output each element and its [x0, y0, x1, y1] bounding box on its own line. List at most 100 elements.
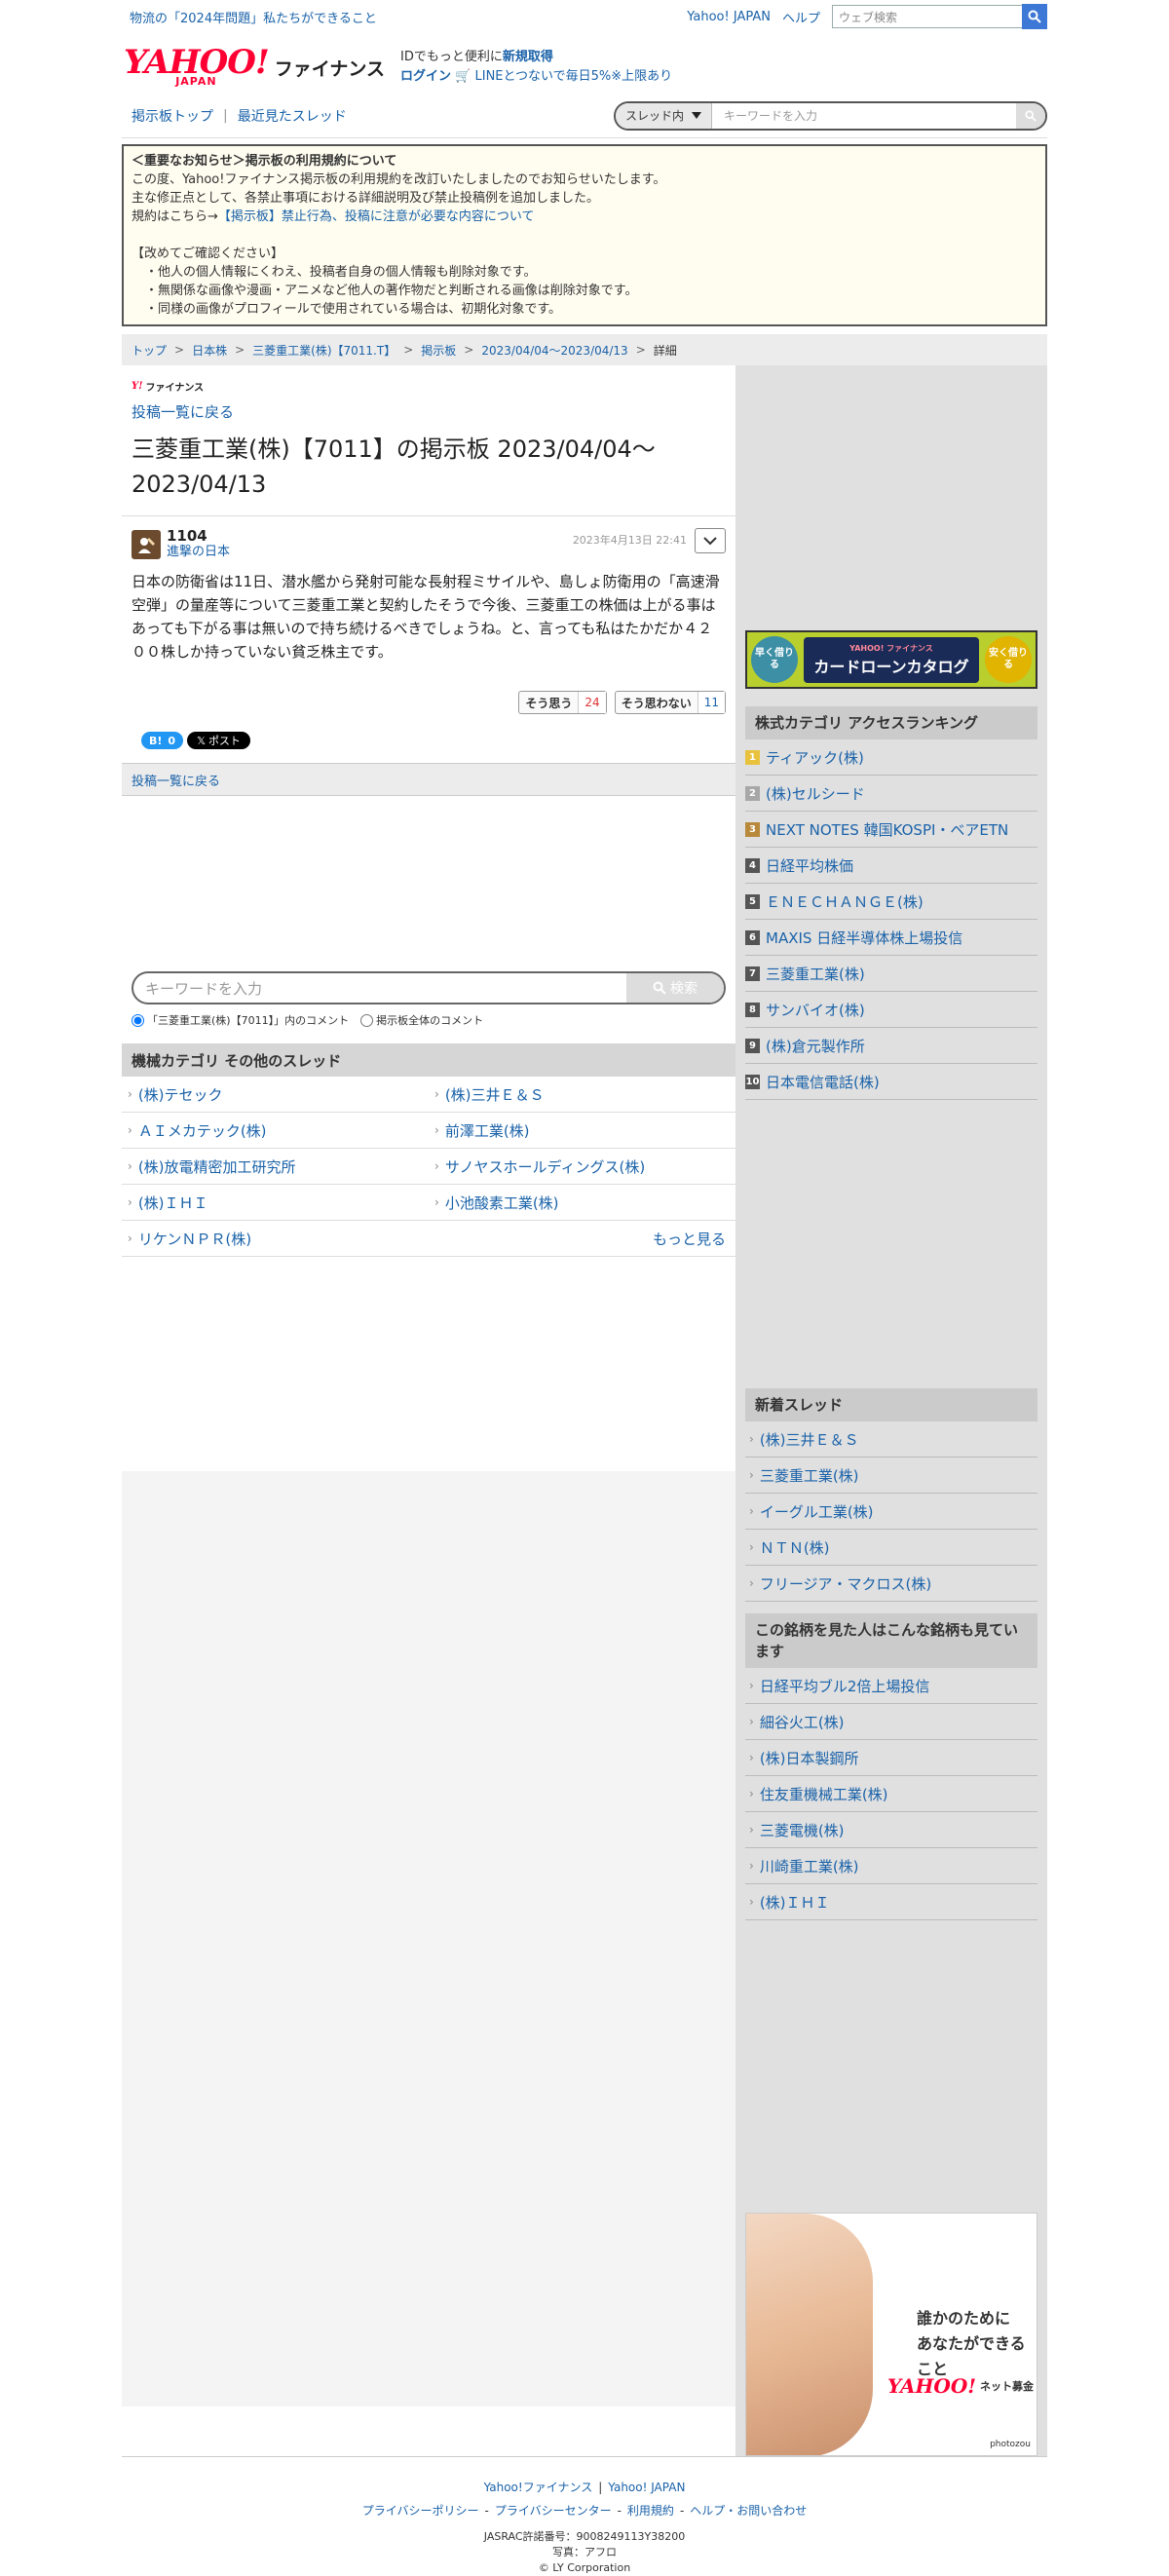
ranking-item[interactable]: 5 ＥＮＥＣＨＡＮＧＥ(株): [745, 884, 1037, 920]
board-top-link[interactable]: 掲示板トップ: [132, 106, 213, 126]
new-thread-link[interactable]: フリージア・マクロス(株): [745, 1566, 1037, 1602]
id-promo: IDでもっと便利に新規取得 ログイン 🛒 LINEとつないで毎日5%※上限あり: [400, 48, 672, 87]
other-thread-link[interactable]: (株)ＩＨＩ: [122, 1185, 429, 1221]
ranking-item[interactable]: 9 (株)倉元製作所: [745, 1028, 1037, 1064]
thread-search-button[interactable]: [1016, 102, 1045, 129]
footer-finance-link[interactable]: Yahoo!ファイナンス: [484, 2479, 593, 2496]
back-to-list-link[interactable]: 投稿一覧に戻る: [132, 403, 234, 421]
comment-search-input[interactable]: キーワードを入力: [133, 973, 626, 1003]
scope-thread-radio[interactable]: 「三菱重工業(株)【7011】」内のコメント: [132, 1012, 349, 1028]
donation-ad[interactable]: 誰かのために あなたができること YAHOO! ネット募金 photozou: [745, 2213, 1037, 2456]
breadcrumb-item[interactable]: 2023/04/04〜2023/04/13: [481, 342, 627, 359]
other-thread-link[interactable]: 小池酸素工業(株): [429, 1185, 735, 1221]
recent-threads-link[interactable]: 最近見たスレッド: [238, 106, 347, 126]
also-viewed-link[interactable]: 細谷火工(株): [745, 1704, 1037, 1740]
breadcrumb-item[interactable]: 掲示板: [421, 342, 456, 359]
back-bar: 投稿一覧に戻る: [122, 763, 735, 796]
yahoo-finance-logo[interactable]: YAHOO! JAPAN ファイナンス: [124, 46, 385, 88]
hatena-bookmark-button[interactable]: B! 0: [141, 732, 184, 749]
ranking-item[interactable]: 7 三菱重工業(株): [745, 956, 1037, 992]
more-threads-link[interactable]: もっと見る: [429, 1221, 735, 1257]
avatar[interactable]: [132, 529, 161, 559]
new-thread-link[interactable]: イーグル工業(株): [745, 1494, 1037, 1530]
sidebar: 早く借りる YAHOO! ファイナンス カードローンカタログ 安く借りる 株式カ…: [735, 365, 1047, 2456]
also-viewed-link[interactable]: 日経平均ブル2倍上場投信: [745, 1668, 1037, 1704]
ranking-item[interactable]: 1 ティアック(株): [745, 739, 1037, 776]
other-thread-link[interactable]: 前澤工業(株): [429, 1113, 735, 1149]
ranking-item[interactable]: 4 日経平均株価: [745, 848, 1037, 884]
scope-label: スレッド内: [625, 109, 685, 123]
footer-terms-link[interactable]: 利用規約: [627, 2502, 674, 2519]
scope-all-radio[interactable]: 掲示板全体のコメント: [360, 1012, 483, 1028]
thread-search-scope[interactable]: スレッド内: [616, 102, 713, 129]
comment-search-button[interactable]: 検索: [626, 973, 724, 1003]
hatena-icon: B!: [149, 734, 163, 747]
also-viewed-link[interactable]: 三菱電機(株): [745, 1812, 1037, 1848]
login-link[interactable]: ログイン: [400, 69, 451, 84]
also-viewed-link[interactable]: (株)日本製鋼所: [745, 1740, 1037, 1776]
notice-rules-link[interactable]: 【掲示板】禁止行為、投稿に注意が必要な内容について: [218, 209, 535, 224]
footer-privacy-center-link[interactable]: プライバシーセンター: [495, 2502, 612, 2519]
thread-search: スレッド内 キーワードを入力: [614, 100, 1047, 131]
web-search: ウェブ検索: [832, 4, 1047, 29]
ranking-item[interactable]: 3 NEXT NOTES 韓国KOSPI・ベアETN: [745, 812, 1037, 848]
search-icon: [1028, 10, 1041, 23]
also-viewed-link[interactable]: 住友重機械工業(株): [745, 1776, 1037, 1812]
top-promo-link[interactable]: 物流の「2024年問題」私たちができること: [130, 8, 377, 26]
search-icon: [653, 981, 666, 995]
caret-down-icon: [692, 111, 702, 119]
web-search-input[interactable]: ウェブ検索: [832, 5, 1022, 28]
hands-photo: [746, 2214, 873, 2455]
back-to-list-link-2[interactable]: 投稿一覧に戻る: [132, 771, 220, 789]
other-thread-link[interactable]: (株)テセック: [122, 1077, 429, 1113]
post-menu-button[interactable]: [695, 528, 726, 553]
signup-link[interactable]: 新規取得: [503, 50, 553, 64]
cart-icon: 🛒: [455, 69, 471, 84]
breadcrumb-item[interactable]: トップ: [132, 342, 167, 359]
ranking-item[interactable]: 6 MAXIS 日経半導体株上場投信: [745, 920, 1037, 956]
breadcrumb-current: 詳細: [653, 343, 677, 358]
agree-button[interactable]: そう思う 24: [518, 691, 607, 714]
ranking-item[interactable]: 8 サンバイオ(株): [745, 992, 1037, 1028]
other-thread-link[interactable]: サノヤスホールディングス(株): [429, 1149, 735, 1185]
line-promo-link[interactable]: LINEとつないで毎日5%※上限あり: [475, 69, 673, 84]
other-thread-link[interactable]: ＡＩメカテック(株): [122, 1113, 429, 1149]
footer-yahoo-link[interactable]: Yahoo! JAPAN: [608, 2479, 685, 2496]
new-thread-link[interactable]: ＮＴＮ(株): [745, 1530, 1037, 1566]
main-column: Y! ファイナンス 投稿一覧に戻る 三菱重工業(株)【7011】の掲示板 202…: [122, 365, 735, 2456]
also-viewed-link[interactable]: 川崎重工業(株): [745, 1848, 1037, 1884]
ranking-item[interactable]: 10 日本電信電話(株): [745, 1064, 1037, 1100]
other-threads-list: (株)テセック (株)三井Ｅ＆Ｓ ＡＩメカテック(株) 前澤工業(株) (株)放…: [122, 1077, 735, 1257]
thread-search-input[interactable]: キーワードを入力: [712, 107, 1016, 124]
notice-confirm: 【改めてご確認ください】: [132, 246, 284, 261]
new-threads-list: (株)三井Ｅ＆Ｓ 三菱重工業(株) イーグル工業(株) ＮＴＮ(株) フリージア…: [745, 1421, 1037, 1602]
disagree-button[interactable]: そう思わない 11: [614, 691, 726, 714]
notice-bullet: ・他人の個人情報にくわえ、投稿者自身の個人情報も削除対象です。: [145, 265, 537, 280]
other-thread-link[interactable]: (株)三井Ｅ＆Ｓ: [429, 1077, 735, 1113]
also-viewed-link[interactable]: (株)ＩＨＩ: [745, 1884, 1037, 1920]
ranking-item[interactable]: 2 (株)セルシード: [745, 776, 1037, 812]
yahoo-japan-link[interactable]: Yahoo! JAPAN: [687, 10, 771, 24]
x-post-button[interactable]: 𝕏 ポスト: [187, 732, 250, 749]
banner-title: カードローンカタログ: [813, 657, 969, 676]
card-loan-banner[interactable]: 早く借りる YAHOO! ファイナンス カードローンカタログ 安く借りる: [745, 630, 1037, 689]
footer-privacy-policy-link[interactable]: プライバシーポリシー: [362, 2502, 479, 2519]
share-buttons: B! 0 𝕏 ポスト: [122, 714, 735, 763]
other-thread-link[interactable]: リケンＮＰＲ(株): [122, 1221, 429, 1257]
post-user-id: 1104: [167, 527, 207, 545]
top-strip: 物流の「2024年問題」私たちができること Yahoo! JAPAN ヘルプ ウ…: [122, 0, 1047, 33]
copyright: © LY Corporation: [538, 2561, 631, 2574]
post: 1104 進撃の日本 2023年4月13日 22:41 日本の防衛省は11日、潜…: [122, 516, 735, 663]
help-link[interactable]: ヘルプ: [782, 8, 820, 26]
banner-brand: YAHOO! ファイナンス: [849, 643, 933, 653]
breadcrumb-item[interactable]: 三菱重工業(株)【7011.T】: [252, 342, 396, 359]
footer-help-link[interactable]: ヘルプ・お問い合わせ: [690, 2502, 807, 2519]
other-thread-link[interactable]: (株)放電精密加工研究所: [122, 1149, 429, 1185]
breadcrumb-item[interactable]: 日本株: [192, 342, 227, 359]
post-user-name[interactable]: 進撃の日本: [167, 545, 230, 559]
new-thread-link[interactable]: 三菱重工業(株): [745, 1458, 1037, 1494]
notice-line: この度、Yahoo!ファイナンス掲示板の利用規約を改訂いたしましたのでお知らせい…: [132, 172, 666, 187]
new-thread-link[interactable]: (株)三井Ｅ＆Ｓ: [745, 1421, 1037, 1458]
web-search-button[interactable]: [1022, 4, 1047, 29]
post-date: 2023年4月13日 22:41: [572, 534, 687, 547]
